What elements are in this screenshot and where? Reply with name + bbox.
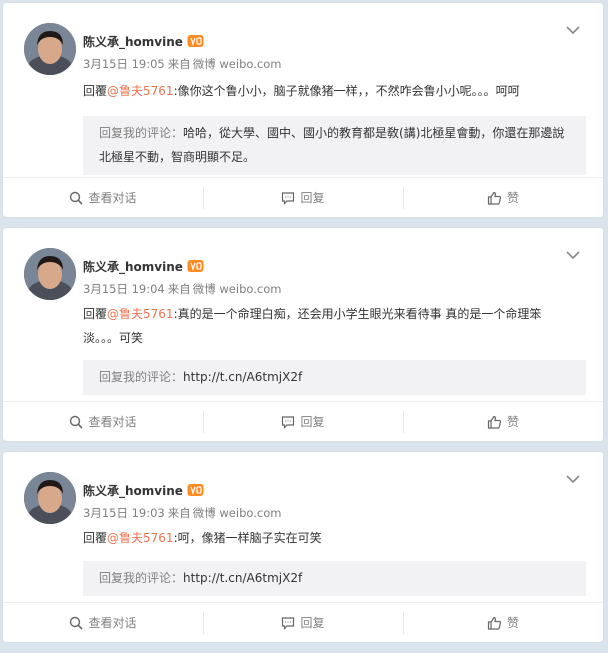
like-button[interactable]: 赞 [403, 178, 603, 217]
comment-icon [282, 616, 295, 630]
quoted-comment: 回复我的评论：http://t.cn/A6tmjX2f [83, 360, 586, 395]
action-bar: 查看对话 回复 赞 [3, 401, 603, 441]
post-time[interactable]: 3月15日 19:05 [83, 57, 165, 71]
thumbs-up-icon [487, 415, 502, 429]
quoted-comment: 回复我的评论：哈哈，從大學、國中、國小的教育都是敎(講)北極星會動，你還在那邊說… [83, 116, 586, 175]
quote-link[interactable]: http://t.cn/A6tmjX2f [183, 370, 302, 384]
post-text: :呵，像猪一样脑子实在可笑 [173, 531, 322, 545]
like-label: 赞 [506, 191, 519, 205]
post-client[interactable]: 微博 weibo.com [193, 506, 282, 520]
reply-label: 回复 [300, 191, 325, 205]
action-bar: 查看对话 回复 赞 [3, 177, 603, 217]
quote-label: 回复我的评论： [99, 126, 184, 140]
reply-button[interactable]: 回复 [203, 402, 403, 441]
action-bar: 查看对话 回复 赞 [3, 602, 603, 642]
reply-label: 回复 [300, 415, 325, 429]
weibo-card: 陈义承_homvine 3月15日 19:03 来自 微博 weibo.com 回覆… [3, 452, 603, 642]
search-icon [70, 191, 84, 205]
view-conversation-label: 查看对话 [88, 191, 137, 205]
quote-link[interactable]: http://t.cn/A6tmjX2f [183, 571, 302, 585]
view-conversation-button[interactable]: 查看对话 [3, 603, 203, 642]
search-icon [70, 616, 84, 630]
chevron-down-icon[interactable] [565, 250, 581, 260]
vip-badge-icon[interactable] [187, 483, 204, 497]
quote-label: 回复我的评论： [99, 571, 184, 585]
view-conversation-button[interactable]: 查看对话 [3, 178, 203, 217]
comment-icon [282, 191, 295, 205]
chevron-down-icon[interactable] [565, 474, 581, 484]
post-meta: 3月15日 19:05 来自 微博 weibo.com [83, 56, 281, 72]
like-button[interactable]: 赞 [403, 402, 603, 441]
quote-label: 回复我的评论： [99, 370, 184, 384]
user-name[interactable]: 陈义承_homvine [83, 482, 183, 499]
from-label: 来自 [167, 506, 191, 520]
post-content: 回覆@鲁夫5761:呵，像猪一样脑子实在可笑 [83, 526, 553, 550]
avatar[interactable] [24, 248, 76, 300]
user-name[interactable]: 陈义承_homvine [83, 258, 183, 275]
mention-link[interactable]: @鲁夫5761 [107, 307, 174, 321]
mention-link[interactable]: @鲁夫5761 [107, 84, 174, 98]
comment-icon [282, 415, 295, 429]
post-content: 回覆@鲁夫5761:真的是一个命理白痴，还会用小学生眼光来看待事 真的是一个命理… [83, 302, 553, 350]
search-icon [70, 415, 84, 429]
thumbs-up-icon [487, 616, 502, 630]
chevron-down-icon[interactable] [565, 25, 581, 35]
post-text: :像你这个鲁小小，脑子就像猪一样，，不然咋会鲁小小呢。。。呵呵 [173, 84, 520, 98]
reply-label: 回复 [300, 616, 325, 630]
reply-prefix: 回覆 [83, 84, 108, 98]
reply-button[interactable]: 回复 [203, 178, 403, 217]
view-conversation-label: 查看对话 [88, 616, 137, 630]
reply-prefix: 回覆 [83, 307, 108, 321]
post-client[interactable]: 微博 weibo.com [193, 282, 282, 296]
quoted-comment: 回复我的评论：http://t.cn/A6tmjX2f [83, 561, 586, 596]
avatar[interactable] [24, 23, 76, 75]
post-time[interactable]: 3月15日 19:04 [83, 282, 165, 296]
from-label: 来自 [167, 282, 191, 296]
vip-badge-icon[interactable] [187, 34, 204, 48]
post-time[interactable]: 3月15日 19:03 [83, 506, 165, 520]
like-label: 赞 [506, 415, 519, 429]
reply-button[interactable]: 回复 [203, 603, 403, 642]
weibo-card: 陈义承_homvine 3月15日 19:05 来自 微博 weibo.com 回覆… [3, 3, 603, 217]
view-conversation-label: 查看对话 [88, 415, 137, 429]
thumbs-up-icon [487, 191, 502, 205]
mention-link[interactable]: @鲁夫5761 [107, 531, 174, 545]
like-button[interactable]: 赞 [403, 603, 603, 642]
view-conversation-button[interactable]: 查看对话 [3, 402, 203, 441]
weibo-card: 陈义承_homvine 3月15日 19:04 来自 微博 weibo.com 回覆… [3, 228, 603, 441]
avatar[interactable] [24, 472, 76, 524]
vip-badge-icon[interactable] [187, 259, 204, 273]
post-client[interactable]: 微博 weibo.com [193, 57, 282, 71]
reply-prefix: 回覆 [83, 531, 108, 545]
post-content: 回覆@鲁夫5761:像你这个鲁小小，脑子就像猪一样，，不然咋会鲁小小呢。。。呵呵 [83, 79, 553, 103]
from-label: 来自 [167, 57, 191, 71]
post-meta: 3月15日 19:03 来自 微博 weibo.com [83, 505, 281, 521]
user-name[interactable]: 陈义承_homvine [83, 33, 183, 50]
post-meta: 3月15日 19:04 来自 微博 weibo.com [83, 281, 281, 297]
like-label: 赞 [506, 616, 519, 630]
